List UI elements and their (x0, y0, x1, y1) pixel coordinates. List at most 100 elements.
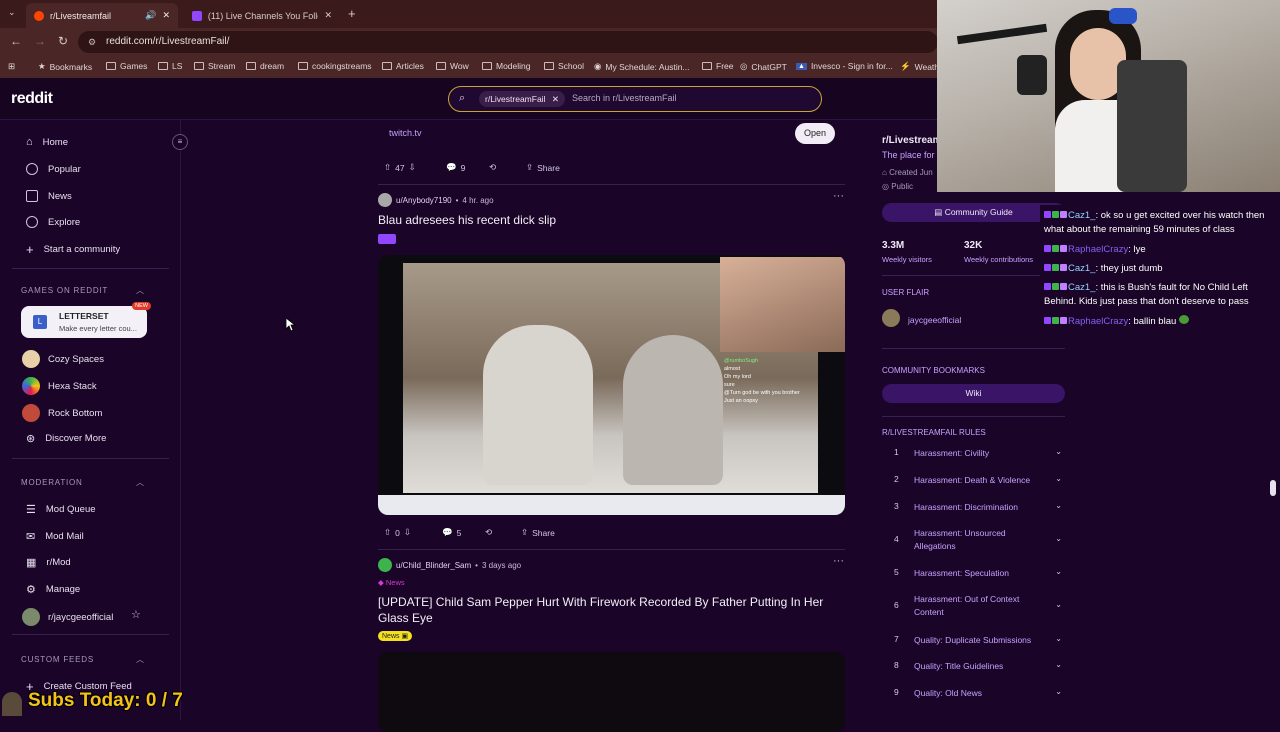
search-input[interactable]: Search in r/LivestreamFail (572, 93, 677, 103)
post-video-thumbnail[interactable]: @rumboSugh almost Oh my lord sure @Turn … (378, 255, 845, 515)
letterset-card[interactable]: L LETTERSET Make every letter cou... NEW (21, 302, 151, 338)
rule-item[interactable]: 2 Harassment: Death & Violence ⌄ (882, 474, 1062, 488)
wiki-button[interactable]: Wiki (882, 384, 1065, 403)
bookmark-item[interactable]: Games (106, 61, 147, 71)
downvote-icon[interactable]: ⇩ (404, 527, 411, 538)
chevron-up-icon[interactable]: ︿ (136, 477, 144, 488)
sidebar-item-mod-queue[interactable]: ☰ Mod Queue (26, 503, 96, 516)
chat-username[interactable]: RaphaelCrazy (1068, 316, 1128, 327)
sidebar-item-popular[interactable]: Popular (26, 163, 81, 175)
chevron-down-icon[interactable]: ⌄ (1055, 534, 1062, 543)
new-tab-button[interactable]: + (348, 6, 356, 21)
speaker-icon[interactable]: 🔊 (145, 10, 156, 21)
search-scope-chip[interactable]: r/LivestreamFail ✕ (479, 91, 565, 107)
rule-item[interactable]: 1 Harassment: Civility ⌄ (882, 447, 1062, 461)
bookmark-item[interactable]: Stream (194, 61, 235, 71)
post-video-thumbnail[interactable] (378, 652, 845, 732)
search-bar[interactable]: ⌕ r/LivestreamFail ✕ Search in r/Livestr… (448, 86, 822, 112)
avatar[interactable] (378, 558, 392, 572)
sidebar-item-explore[interactable]: Explore (26, 216, 80, 228)
reload-icon[interactable]: ↻ (58, 34, 68, 48)
crosspost-button[interactable]: ⟲ (489, 162, 496, 173)
site-info-icon[interactable]: ⚙ (88, 31, 96, 53)
back-arrow-icon[interactable]: ← (10, 34, 22, 48)
sidebar-item-news[interactable]: News (26, 190, 72, 202)
chevron-down-icon[interactable]: ⌄ (1055, 447, 1062, 456)
games-section-header[interactable]: GAMES ON REDDIT (21, 286, 108, 295)
downvote-icon[interactable]: ⇩ (409, 162, 416, 173)
rule-item[interactable]: 4 Harassment: Unsourced Allegations ⌄ (882, 527, 1062, 555)
share-button[interactable]: ⇪ Share (521, 527, 555, 538)
bookmark-item[interactable]: ⚡ Weath (900, 61, 939, 72)
bookmark-item[interactable]: dream (246, 61, 284, 71)
chat-username[interactable]: Caz1_ (1068, 282, 1095, 293)
custom-feeds-section-header[interactable]: CUSTOM FEEDS (21, 655, 94, 664)
rule-item[interactable]: 6 Harassment: Out of Context Content ⌄ (882, 593, 1062, 621)
sidebar-item-hexa-stack[interactable]: Hexa Stack (22, 377, 97, 395)
clear-scope-icon[interactable]: ✕ (552, 94, 559, 104)
rule-item[interactable]: 3 Harassment: Discrimination ⌄ (882, 501, 1062, 515)
bookmark-item[interactable]: ◎ ChatGPT (740, 61, 787, 72)
comments-button[interactable]: 💬 9 (446, 162, 465, 173)
close-tab-icon[interactable]: ✕ (324, 10, 332, 21)
chevron-down-icon[interactable]: ⌄ (1055, 687, 1062, 696)
sidebar-item-manage[interactable]: ⚙ Manage (26, 583, 80, 596)
apps-grid-icon[interactable]: ⊞ (8, 61, 15, 72)
upvote-icon[interactable]: ⇧ (384, 527, 391, 538)
chat-username[interactable]: Caz1_ (1068, 210, 1095, 221)
upvote-icon[interactable]: ⇧ (384, 162, 391, 173)
bookmark-item[interactable]: ◉ My Schedule: Austin... (594, 61, 690, 72)
bookmark-item[interactable]: Articles (382, 61, 424, 71)
avatar[interactable] (378, 193, 392, 207)
post-author[interactable]: u/Child_Blinder_Sam (396, 561, 471, 570)
bookmark-item[interactable]: ▲ Invesco - Sign in for... (796, 61, 893, 71)
forward-arrow-icon[interactable]: → (34, 34, 46, 48)
url-field[interactable]: ⚙ reddit.com/r/LivestreamFail/ (78, 31, 938, 53)
chevron-down-icon[interactable]: ⌄ (1055, 474, 1062, 483)
bookmark-item[interactable]: cookingstreams (298, 61, 372, 71)
post-author[interactable]: u/Anybody7190 (396, 196, 452, 205)
close-tab-icon[interactable]: ✕ (162, 10, 170, 21)
rule-item[interactable]: 5 Harassment: Speculation ⌄ (882, 567, 1062, 581)
chevron-up-icon[interactable]: ︿ (136, 654, 144, 665)
post-options-icon[interactable]: ··· (833, 190, 844, 202)
bookmark-item[interactable]: Wow (436, 61, 469, 71)
sidebar-item-start-community[interactable]: + Start a community (26, 242, 120, 257)
open-link-button[interactable]: Open (795, 123, 835, 144)
comments-button[interactable]: 💬 5 (442, 527, 461, 538)
page-scrollbar[interactable] (1270, 480, 1276, 496)
bookmark-item[interactable]: Free (702, 61, 733, 71)
tab-menu-chevron-icon[interactable]: ⌄ (8, 7, 16, 18)
post-title[interactable]: Blau adresees his recent dick slip (378, 213, 556, 227)
reddit-logo[interactable]: reddit (11, 90, 53, 108)
sidebar-item-discover-more[interactable]: ⊛ Discover More (26, 432, 106, 445)
post-title[interactable]: [UPDATE] Child Sam Pepper Hurt With Fire… (378, 594, 845, 626)
rule-item[interactable]: 7 Quality: Duplicate Submissions ⌄ (882, 634, 1062, 648)
chevron-down-icon[interactable]: ⌄ (1055, 501, 1062, 510)
favorite-star-icon[interactable]: ☆ (131, 608, 141, 621)
bookmark-item[interactable]: LS (158, 61, 182, 71)
sidebar-item-r-mod[interactable]: ▦ r/Mod (26, 556, 71, 569)
chevron-down-icon[interactable]: ⌄ (1055, 600, 1062, 609)
link-domain[interactable]: twitch.tv (389, 128, 422, 138)
bookmark-item[interactable]: ★ Bookmarks (38, 61, 92, 72)
chevron-up-icon[interactable]: ︿ (136, 285, 144, 296)
tab-livestreamfail[interactable]: r/Livestreamfail 🔊 ✕ (26, 3, 178, 28)
crosspost-button[interactable]: ⟲ (485, 527, 492, 538)
sidebar-item-home[interactable]: ⌂ Home (26, 136, 68, 148)
chat-username[interactable]: Caz1_ (1068, 263, 1095, 274)
moderation-section-header[interactable]: MODERATION (21, 478, 83, 487)
bookmark-item[interactable]: School (544, 61, 584, 71)
chevron-down-icon[interactable]: ⌄ (1055, 567, 1062, 576)
rule-item[interactable]: 9 Quality: Old News ⌄ (882, 687, 1062, 701)
bookmark-item[interactable]: Modeling (482, 61, 531, 71)
post-options-icon[interactable]: ··· (833, 555, 844, 567)
sidebar-item-mod-mail[interactable]: ✉ Mod Mail (26, 530, 84, 543)
user-flair-name[interactable]: jaycgeeofficial (908, 315, 961, 325)
chevron-down-icon[interactable]: ⌄ (1055, 660, 1062, 669)
chat-username[interactable]: RaphaelCrazy (1068, 244, 1128, 255)
chevron-down-icon[interactable]: ⌄ (1055, 634, 1062, 643)
community-guide-button[interactable]: ▤ Community Guide (882, 203, 1065, 222)
sidebar-item-rock-bottom[interactable]: Rock Bottom (22, 404, 102, 422)
rule-item[interactable]: 8 Quality: Title Guidelines ⌄ (882, 660, 1062, 674)
